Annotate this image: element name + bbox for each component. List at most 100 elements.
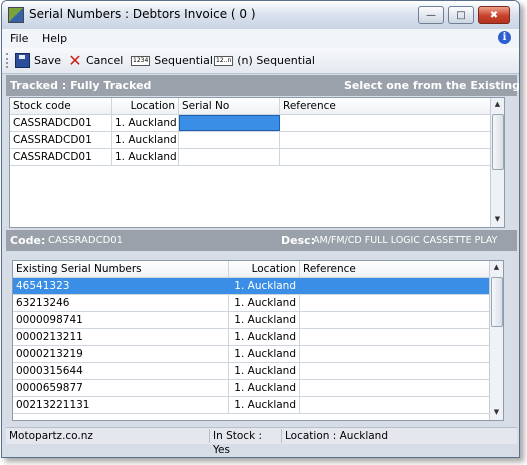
stock-code-cell: CASSRADCD01 bbox=[10, 149, 112, 165]
title-bar[interactable]: Serial Numbers : Debtors Invoice ( 0 ) —… bbox=[2, 1, 519, 30]
save-label: Save bbox=[34, 54, 62, 67]
col-location[interactable]: Location bbox=[229, 261, 300, 277]
serial-numbers-window: Serial Numbers : Debtors Invoice ( 0 ) —… bbox=[1, 0, 520, 458]
serial-cell: 0000315644 bbox=[13, 363, 229, 379]
tracked-grid-header: Stock code Location Serial No Reference bbox=[10, 98, 490, 115]
serial-cell: 0000659877 bbox=[13, 380, 229, 396]
select-hint: Select one from the Existing grid bbox=[344, 79, 520, 92]
stock-code-cell: CASSRADCD01 bbox=[10, 132, 112, 148]
location-cell: 1. Auckland bbox=[229, 346, 300, 362]
scroll-down-icon[interactable]: ▼ bbox=[490, 406, 503, 419]
location-cell: 1. Auckland bbox=[229, 329, 300, 345]
menu-bar: File Help i bbox=[2, 29, 519, 48]
status-bar: Motopartz.co.nz In Stock : Yes Location … bbox=[6, 427, 517, 456]
reference-cell bbox=[300, 329, 489, 345]
reference-cell[interactable] bbox=[280, 115, 490, 131]
tracked-grid: Stock code Location Serial No Reference … bbox=[9, 97, 505, 228]
serial-cell: 0000213211 bbox=[13, 329, 229, 345]
sequential-icon: 1234 bbox=[131, 55, 151, 66]
serial-cell: 63213246 bbox=[13, 295, 229, 311]
list-item-selected[interactable]: 46541323 1. Auckland bbox=[13, 278, 489, 295]
reference-cell bbox=[300, 346, 489, 362]
scroll-thumb[interactable] bbox=[491, 277, 503, 327]
list-item[interactable]: 63213246 1. Auckland bbox=[13, 295, 489, 312]
table-row[interactable]: CASSRADCD01 1. Auckland bbox=[10, 132, 490, 149]
code-bar: Code: CASSRADCD01 Desc: AM/FM/CD FULL LO… bbox=[6, 230, 517, 251]
list-item[interactable]: 0000098741 1. Auckland bbox=[13, 312, 489, 329]
save-button[interactable]: Save bbox=[15, 52, 61, 69]
reference-cell bbox=[300, 363, 489, 379]
serial-no-input[interactable] bbox=[179, 132, 280, 148]
desc-label: Desc: bbox=[281, 234, 316, 247]
serial-cell: 0000098741 bbox=[13, 312, 229, 328]
status-company: Motopartz.co.nz bbox=[9, 430, 93, 442]
location-cell: 1. Auckland bbox=[229, 312, 300, 328]
tracked-label: Tracked : Fully Tracked bbox=[10, 79, 152, 92]
status-in-stock: In Stock : Yes bbox=[209, 429, 279, 456]
close-button[interactable]: ✖ bbox=[478, 6, 510, 24]
maximize-icon: □ bbox=[456, 9, 466, 21]
table-row[interactable]: CASSRADCD01 1. Auckland bbox=[10, 149, 490, 166]
tracked-grid-scrollbar[interactable]: ▲ ▼ bbox=[490, 98, 504, 227]
cancel-label: Cancel bbox=[86, 54, 124, 67]
existing-grid-scrollbar[interactable]: ▲ ▼ bbox=[489, 261, 503, 420]
reference-cell bbox=[300, 312, 489, 328]
desc-value: AM/FM/CD FULL LOGIC CASSETTE PLAY bbox=[313, 235, 498, 246]
col-reference[interactable]: Reference bbox=[300, 261, 489, 277]
cancel-button[interactable]: ✕ Cancel bbox=[68, 52, 123, 69]
status-location: Location : Auckland bbox=[281, 429, 515, 443]
col-existing-serials[interactable]: Existing Serial Numbers bbox=[13, 261, 229, 277]
existing-serials-grid: Existing Serial Numbers Location Referen… bbox=[12, 260, 504, 421]
existing-grid-header: Existing Serial Numbers Location Referen… bbox=[13, 261, 489, 278]
col-stock-code[interactable]: Stock code bbox=[10, 98, 112, 114]
info-icon[interactable]: i bbox=[498, 31, 511, 44]
serial-cell: 00213221131 bbox=[13, 397, 229, 413]
table-row[interactable]: CASSRADCD01 1. Auckland bbox=[10, 115, 490, 132]
list-item[interactable]: 0000213219 1. Auckland bbox=[13, 346, 489, 363]
minimize-button[interactable]: — bbox=[418, 6, 444, 24]
toolbar: Save ✕ Cancel 1234 Sequential 12..n (n) … bbox=[2, 48, 519, 74]
minimize-icon: — bbox=[426, 9, 436, 21]
serial-no-input[interactable] bbox=[179, 115, 280, 131]
col-reference[interactable]: Reference bbox=[280, 98, 490, 114]
reference-cell[interactable] bbox=[280, 132, 490, 148]
scroll-down-icon[interactable]: ▼ bbox=[491, 213, 504, 226]
reference-cell bbox=[300, 278, 489, 294]
col-serial-no[interactable]: Serial No bbox=[179, 98, 280, 114]
sequential-button[interactable]: 1234 Sequential bbox=[131, 52, 213, 69]
list-item[interactable]: 0000213211 1. Auckland bbox=[13, 329, 489, 346]
app-icon bbox=[8, 7, 24, 23]
code-label: Code: bbox=[10, 234, 46, 247]
list-item[interactable]: 0000659877 1. Auckland bbox=[13, 380, 489, 397]
stock-code-cell: CASSRADCD01 bbox=[10, 115, 112, 131]
scroll-thumb[interactable] bbox=[492, 114, 504, 170]
toolbar-grip[interactable] bbox=[6, 53, 10, 68]
location-cell: 1. Auckland bbox=[229, 380, 300, 396]
scroll-up-icon[interactable]: ▲ bbox=[491, 98, 504, 111]
window-title: Serial Numbers : Debtors Invoice ( 0 ) bbox=[29, 7, 256, 21]
menu-file[interactable]: File bbox=[10, 32, 28, 45]
list-item[interactable]: 0000315644 1. Auckland bbox=[13, 363, 489, 380]
serial-cell: 46541323 bbox=[13, 278, 229, 294]
tracked-bar: Tracked : Fully Tracked Select one from … bbox=[6, 75, 520, 96]
reference-cell[interactable] bbox=[280, 149, 490, 165]
sequential-label: Sequential bbox=[154, 54, 213, 67]
n-sequential-button[interactable]: 12..n (n) Sequential bbox=[214, 52, 315, 69]
list-item[interactable]: 00213221131 1. Auckland bbox=[13, 397, 489, 414]
location-cell: 1. Auckland bbox=[112, 149, 179, 165]
code-value: CASSRADCD01 bbox=[48, 235, 124, 246]
serial-no-input[interactable] bbox=[179, 149, 280, 165]
col-location[interactable]: Location bbox=[112, 98, 179, 114]
reference-cell bbox=[300, 295, 489, 311]
scroll-up-icon[interactable]: ▲ bbox=[490, 261, 503, 274]
location-cell: 1. Auckland bbox=[112, 115, 179, 131]
location-cell: 1. Auckland bbox=[229, 363, 300, 379]
reference-cell bbox=[300, 397, 489, 413]
cancel-icon: ✕ bbox=[68, 50, 82, 70]
maximize-button[interactable]: □ bbox=[448, 6, 474, 24]
menu-help[interactable]: Help bbox=[42, 32, 67, 45]
location-cell: 1. Auckland bbox=[112, 132, 179, 148]
location-cell: 1. Auckland bbox=[229, 295, 300, 311]
n-sequential-icon: 12..n bbox=[214, 55, 234, 66]
close-icon: ✖ bbox=[489, 9, 499, 21]
